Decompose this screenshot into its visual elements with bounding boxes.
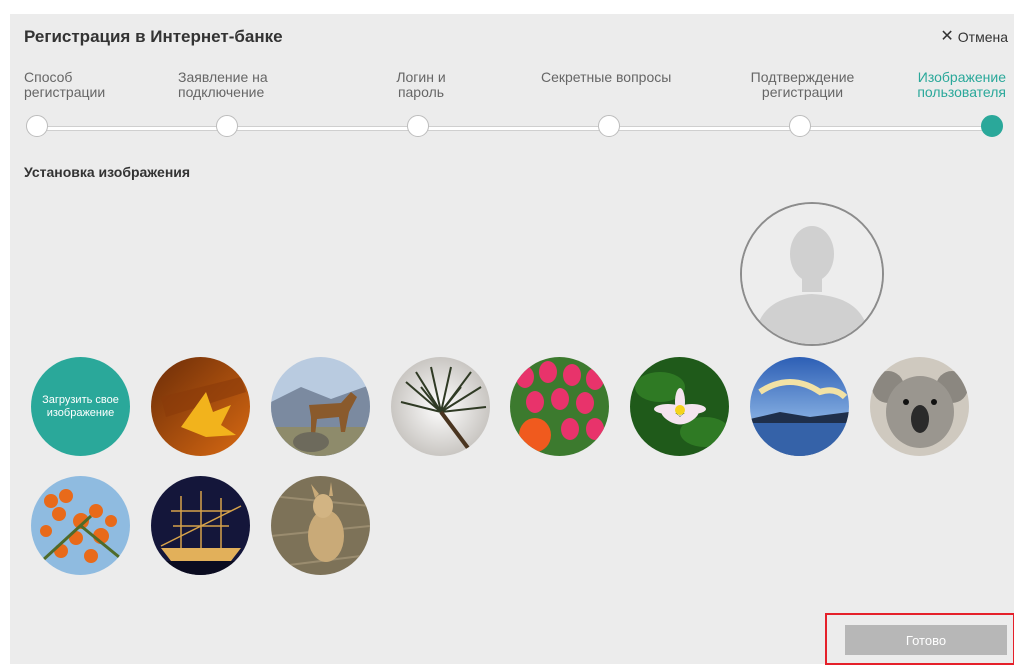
- step-node-1[interactable]: [26, 115, 48, 137]
- image-option-sailing-ship[interactable]: [151, 476, 250, 575]
- step-label-2: Заявление на подключение: [178, 70, 283, 100]
- step-node-6[interactable]: [981, 115, 1003, 137]
- upload-image-button[interactable]: Загрузить свое изображение: [31, 357, 130, 456]
- image-option-tulips[interactable]: [510, 357, 609, 456]
- step-node-3[interactable]: [407, 115, 429, 137]
- step-label-text: Подтверждение регистрации: [750, 69, 855, 100]
- kangaroo-image: [271, 476, 370, 575]
- cancel-button[interactable]: ✕ Отмена: [940, 28, 1008, 46]
- step-node-2[interactable]: [216, 115, 238, 137]
- step-label-text: Изображение пользователя: [917, 69, 1006, 100]
- avatar-preview: [740, 202, 884, 346]
- section-title: Установка изображения: [24, 164, 191, 180]
- registration-dialog: Регистрация в Интернет-банке ✕ Отмена Сп…: [10, 14, 1014, 665]
- step-node-5[interactable]: [789, 115, 811, 137]
- rowan-berries-image: [31, 476, 130, 575]
- image-option-lake-sunset[interactable]: [750, 357, 849, 456]
- image-option-kangaroo[interactable]: [271, 476, 370, 575]
- step-label-1: Способ регистрации: [24, 70, 119, 100]
- done-button[interactable]: Готово: [845, 625, 1007, 655]
- dialog-title: Регистрация в Интернет-банке: [24, 27, 283, 46]
- done-button-label: Готово: [905, 632, 947, 648]
- step-label-6: Изображение пользователя: [881, 70, 1006, 100]
- step-label-4: Секретные вопросы: [541, 70, 671, 85]
- progress-track: [37, 126, 993, 131]
- lake-sunset-image: [750, 357, 849, 456]
- step-label-text: Способ регистрации: [24, 69, 106, 100]
- step-node-4[interactable]: [598, 115, 620, 137]
- image-option-water-lily[interactable]: [630, 357, 729, 456]
- sailing-ship-image: [151, 476, 250, 575]
- step-label-text: Заявление на подключение: [178, 69, 268, 100]
- step-label-text: Секретные вопросы: [541, 69, 672, 85]
- image-option-horse[interactable]: [271, 357, 370, 456]
- image-option-koala[interactable]: [870, 357, 969, 456]
- step-label-text: Логин и пароль: [396, 69, 446, 100]
- cancel-label: Отмена: [957, 29, 1008, 45]
- koala-image: [870, 357, 969, 456]
- step-label-3: Логин и пароль: [385, 70, 457, 100]
- horse-image: [271, 357, 370, 456]
- upload-image-label: Загрузить свое изображение: [42, 393, 119, 419]
- autumn-leaf-image: [151, 357, 250, 456]
- step-label-5: Подтверждение регистрации: [746, 70, 859, 100]
- pine-branch-image: [391, 357, 490, 456]
- tulips-image: [510, 357, 609, 456]
- user-silhouette-icon: [742, 204, 882, 344]
- water-lily-image: [630, 357, 729, 456]
- close-icon: ✕: [940, 28, 954, 45]
- image-option-rowan-berries[interactable]: [31, 476, 130, 575]
- done-button-highlight: Готово: [825, 613, 1014, 665]
- image-option-autumn-leaf[interactable]: [151, 357, 250, 456]
- image-option-pine-branch[interactable]: [391, 357, 490, 456]
